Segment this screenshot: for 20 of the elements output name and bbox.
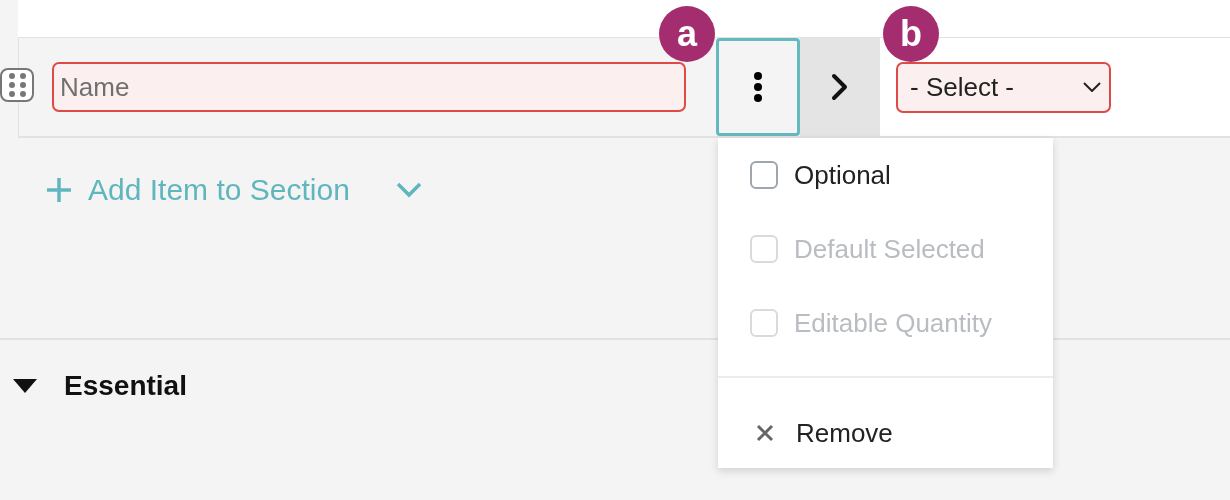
close-icon xyxy=(756,424,774,442)
option-label: Default Selected xyxy=(794,233,985,265)
select-dropdown[interactable]: - Select - xyxy=(896,61,1111,113)
chevron-down-icon xyxy=(1083,82,1101,92)
checkbox[interactable] xyxy=(750,161,778,189)
menu-option[interactable]: Optional xyxy=(718,138,1053,212)
name-field[interactable]: Name xyxy=(52,62,686,112)
expand-button[interactable] xyxy=(800,38,880,136)
more-button[interactable] xyxy=(716,38,800,136)
chevron-down-icon[interactable] xyxy=(395,182,422,198)
option-label: Editable Quantity xyxy=(794,307,992,339)
caret-icon xyxy=(12,378,38,394)
drag-handle[interactable] xyxy=(0,68,34,102)
callout-badge: a xyxy=(659,6,715,62)
option-label: Optional xyxy=(794,159,891,191)
remove-button[interactable]: Remove xyxy=(718,378,1053,468)
plus-icon xyxy=(46,177,72,203)
section-header[interactable]: Essential xyxy=(12,370,187,402)
chevron-right-icon xyxy=(831,73,849,101)
kebab-icon xyxy=(753,72,763,102)
